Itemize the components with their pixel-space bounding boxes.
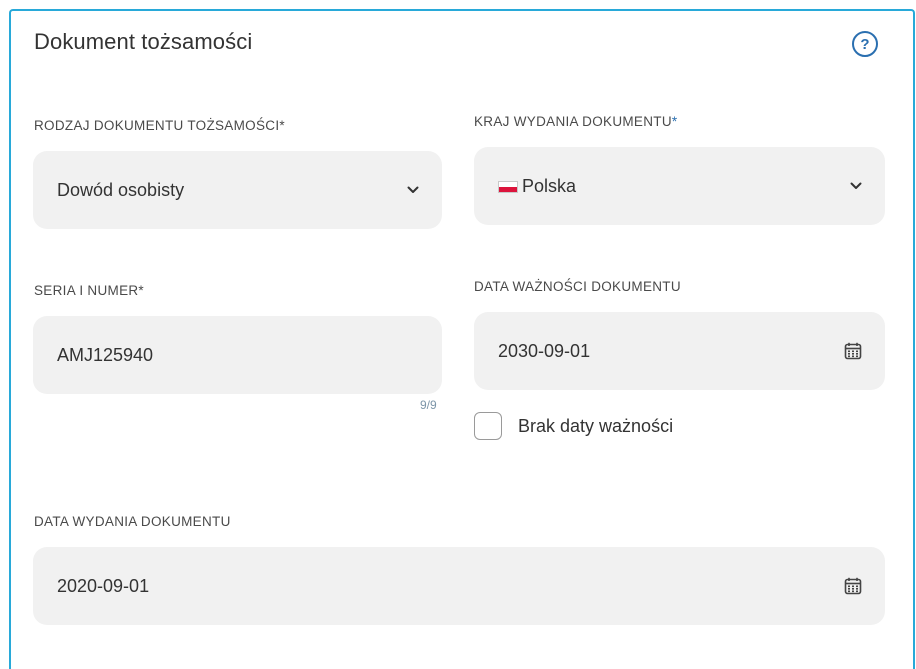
- poland-flag-icon: [498, 180, 518, 193]
- series-number-value: AMJ125940: [57, 344, 154, 365]
- issue-date-value: 2020-09-01: [57, 575, 150, 596]
- chevron-down-icon: [849, 179, 863, 193]
- doc-type-label: RODZAJ DOKUMENTU TOŻSAMOŚCI*: [34, 118, 285, 133]
- issue-date-label: DATA WYDANIA DOKUMENTU: [34, 514, 231, 529]
- character-counter: 9/9: [420, 398, 437, 412]
- issue-date-input[interactable]: 2020-09-01: [33, 547, 885, 625]
- section-title: Dokument tożsamości: [34, 29, 253, 54]
- chevron-down-icon: [406, 183, 420, 197]
- help-icon[interactable]: ?: [852, 31, 878, 57]
- calendar-icon[interactable]: [843, 341, 863, 361]
- no-expiry-checkbox[interactable]: [474, 412, 502, 440]
- country-label: KRAJ WYDANIA DOKUMENTU*: [474, 114, 677, 129]
- no-expiry-label[interactable]: Brak daty ważności: [518, 416, 673, 437]
- doc-type-select[interactable]: Dowód osobisty: [33, 151, 442, 229]
- country-select[interactable]: Polska: [474, 147, 885, 225]
- country-value-wrap: Polska: [498, 176, 849, 197]
- required-mark: *: [279, 118, 285, 133]
- series-number-label-text: SERIA I NUMER: [34, 283, 139, 298]
- required-mark: *: [138, 283, 144, 298]
- doc-type-value: Dowód osobisty: [57, 179, 185, 200]
- series-number-label: SERIA I NUMER*: [34, 283, 144, 298]
- required-mark: *: [671, 114, 678, 129]
- expiry-date-label: DATA WAŻNOŚCI DOKUMENTU: [474, 279, 681, 294]
- country-value: Polska: [522, 175, 577, 196]
- doc-type-label-text: RODZAJ DOKUMENTU TOŻSAMOŚCI: [34, 118, 280, 133]
- expiry-date-input[interactable]: 2030-09-01: [474, 312, 885, 390]
- country-label-text: KRAJ WYDANIA DOKUMENTU: [474, 114, 672, 129]
- expiry-date-value: 2030-09-01: [498, 340, 591, 361]
- calendar-icon[interactable]: [843, 576, 863, 596]
- series-number-input[interactable]: AMJ125940: [33, 316, 442, 394]
